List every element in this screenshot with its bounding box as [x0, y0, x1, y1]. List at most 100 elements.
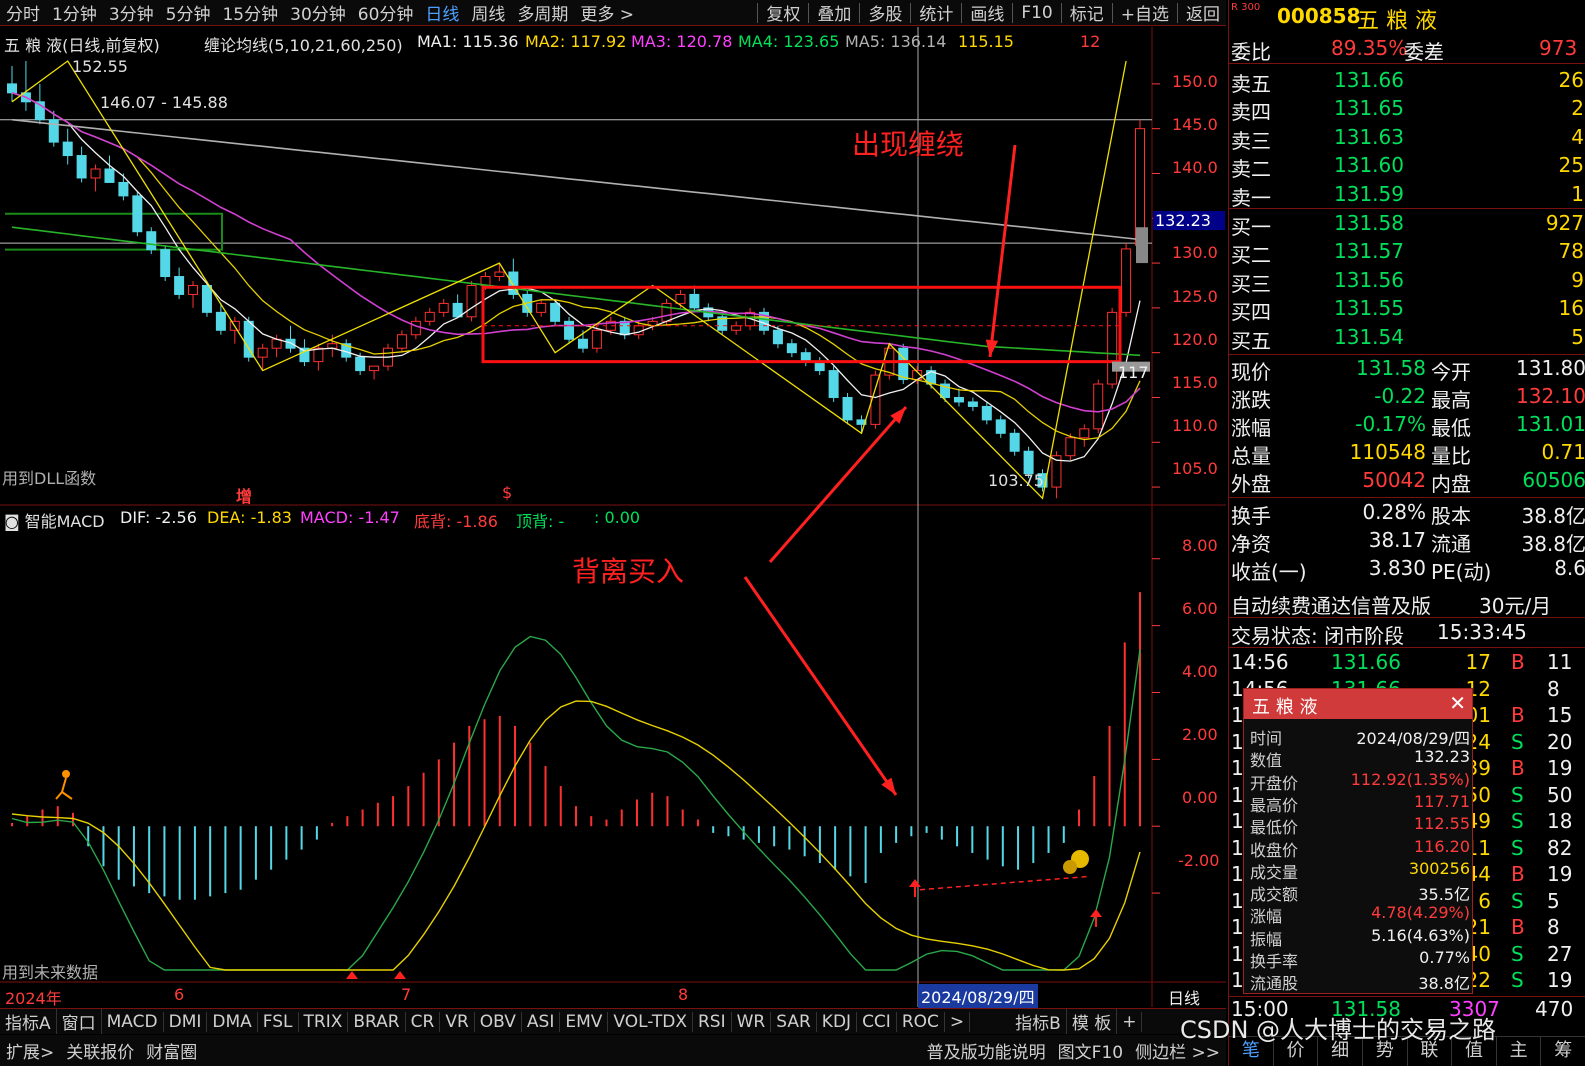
draw-line-button[interactable]: 画线	[964, 0, 1010, 25]
level-volume: 78	[1558, 239, 1584, 264]
level-label: 买四	[1231, 300, 1271, 325]
dif-value: DIF: -2.56	[120, 508, 197, 527]
indicator-tab-5[interactable]: FSL	[258, 1011, 299, 1032]
indicator-tab-17[interactable]: KDJ	[817, 1011, 858, 1032]
quote-tab-6[interactable]: 主	[1497, 1037, 1542, 1066]
indicator-tab-13[interactable]: VOL-TDX	[608, 1011, 693, 1032]
date-month: 8	[678, 985, 689, 1004]
close-icon[interactable]: ✕	[1449, 691, 1466, 715]
indicator-tab-15[interactable]: WR	[732, 1011, 772, 1032]
chart-area[interactable]: 五 粮 液(日线,前复权) 缠论均线(5,10,21,60,250) MA1: …	[0, 27, 1226, 1008]
candle	[1093, 379, 1104, 434]
sell-level-row[interactable]: 卖一 131.59 1	[1229, 182, 1585, 210]
indicator-tab-8[interactable]: CR	[406, 1011, 441, 1032]
period-3min[interactable]: 3分钟	[103, 0, 160, 25]
candle	[313, 343, 324, 371]
candle	[1107, 307, 1118, 389]
period-60min[interactable]: 60分钟	[352, 0, 420, 25]
candle	[619, 316, 630, 340]
collapse-icon[interactable]: ◙	[4, 512, 25, 531]
indicator-tabs: 指标A 窗口 MACD DMI DMA FSL TRIX BRAR CR VR OBV ASI EMV V…	[0, 1008, 1226, 1034]
popup-row: 涨幅 4.78(4.29%)	[1250, 903, 1470, 927]
buy-level-row[interactable]: 买一 131.58 927	[1229, 211, 1585, 239]
indicator-tab-16[interactable]: SAR	[771, 1011, 817, 1032]
f10-text-link[interactable]: 图文F10	[1052, 1038, 1129, 1063]
macd-tick: 2.00	[1182, 725, 1218, 744]
sell-level-row[interactable]: 卖二 131.60 25	[1229, 153, 1585, 181]
sell-level-row[interactable]: 卖三 131.63 4	[1229, 125, 1585, 153]
candle	[90, 164, 101, 192]
price-tick: 130.0	[1172, 243, 1218, 262]
candle	[689, 285, 700, 313]
period-15min[interactable]: 15分钟	[216, 0, 284, 25]
watermark: CSDN @人大博士的交易之路	[1180, 1016, 1497, 1044]
f10-button[interactable]: F10	[1015, 3, 1058, 23]
indicator-name: 缠论均线(5,10,21,60,250)	[204, 36, 403, 55]
period-multi[interactable]: 多周期	[511, 0, 574, 25]
sell-level-row[interactable]: 卖五 131.66 26	[1229, 68, 1585, 96]
add-watchlist-button[interactable]: +自选	[1115, 0, 1175, 25]
back-button[interactable]: 返回	[1180, 0, 1226, 25]
indicator-tab-14[interactable]: RSI	[693, 1011, 732, 1032]
level-volume: 4	[1571, 124, 1584, 149]
indicator-tab-11[interactable]: ASI	[522, 1011, 561, 1032]
period-daily[interactable]: 日线	[419, 0, 465, 25]
period-1min[interactable]: 1分钟	[46, 0, 103, 25]
indicator-tab-21[interactable]: 指标B	[1010, 1009, 1067, 1034]
quote-tab-7[interactable]: 筹	[1541, 1037, 1585, 1066]
popup-title: 五 粮 液	[1252, 697, 1318, 718]
price-tick: 150.0	[1172, 72, 1218, 91]
order-diff-label: 委差	[1404, 40, 1444, 64]
overlay-button[interactable]: 叠加	[811, 0, 857, 25]
expand-button[interactable]: 扩展>	[0, 1038, 60, 1063]
period-weekly[interactable]: 周线	[465, 0, 511, 25]
promo-text[interactable]: 自动续费通达信普及版	[1231, 590, 1431, 619]
indicator-tab-22[interactable]: 模 板	[1067, 1009, 1118, 1034]
candle	[188, 281, 199, 308]
buy-level-row[interactable]: 买四 131.55 16	[1229, 296, 1585, 324]
data-popup[interactable]: 五 粮 液 ✕ 时间 2024/08/29/四 数值 132.23 开盘价 112.92(1…	[1243, 688, 1473, 994]
indicator-tab-19[interactable]: ROC	[897, 1011, 945, 1032]
period-more[interactable]: 更多 >	[574, 0, 640, 25]
indicator-tab-18[interactable]: CCI	[857, 1011, 897, 1032]
sell-level-row[interactable]: 卖四 131.65 2	[1229, 96, 1585, 124]
price-tick: 125.0	[1172, 287, 1218, 306]
indicator-tab-2[interactable]: MACD	[102, 1011, 164, 1032]
buy-level-row[interactable]: 买三 131.56 9	[1229, 268, 1585, 296]
wealth-circle-tab[interactable]: 财富圈	[140, 1038, 203, 1063]
indicator-tab-0[interactable]: 指标A	[0, 1009, 57, 1034]
multi-stock-button[interactable]: 多股	[862, 0, 908, 25]
candle	[536, 298, 547, 317]
buy-level-row[interactable]: 买五 131.54 5	[1229, 325, 1585, 353]
indicator-tab-23[interactable]: +	[1117, 1011, 1143, 1032]
period-30min[interactable]: 30分钟	[284, 0, 352, 25]
indicator-tab-10[interactable]: OBV	[475, 1011, 522, 1032]
stat-row: 净资 38.17 流通 38.8亿	[1231, 528, 1585, 556]
buy-level-row[interactable]: 买二 131.57 78	[1229, 239, 1585, 267]
candle	[717, 312, 728, 335]
indicator-tab-4[interactable]: DMA	[207, 1011, 258, 1032]
indicator-tab-12[interactable]: EMV	[560, 1011, 609, 1032]
candle	[424, 307, 435, 326]
indicator-tab-9[interactable]: VR	[440, 1011, 475, 1032]
indicator-tab-20[interactable]: >	[945, 1011, 971, 1032]
stats-button[interactable]: 统计	[913, 0, 959, 25]
mark-button[interactable]: 标记	[1064, 0, 1110, 25]
tick-row: 14:56 131.66 17 B 11	[1231, 650, 1573, 674]
fuquan-button[interactable]: 复权	[760, 0, 806, 25]
level-label: 卖五	[1231, 72, 1271, 96]
level-label: 卖四	[1231, 100, 1271, 125]
period-5min[interactable]: 5分钟	[160, 0, 217, 25]
help-link[interactable]: 普及版功能说明	[921, 1038, 1052, 1063]
extra-value: : 0.00	[594, 508, 641, 527]
triangle-marker-icon	[394, 971, 406, 979]
period-fenshi[interactable]: 分时	[0, 0, 46, 25]
related-quote-tab[interactable]: 关联报价	[60, 1038, 140, 1063]
extension-bar: 扩展> 关联报价 财富圈 普及版功能说明 图文F10 侧边栏 >>	[0, 1035, 1226, 1066]
trade-time: 15:33:45	[1437, 620, 1527, 644]
candle	[369, 365, 380, 380]
indicator-tab-6[interactable]: TRIX	[299, 1011, 349, 1032]
indicator-tab-7[interactable]: BRAR	[348, 1011, 406, 1032]
indicator-tab-3[interactable]: DMI	[164, 1011, 208, 1032]
indicator-tab-1[interactable]: 窗口	[57, 1009, 102, 1034]
